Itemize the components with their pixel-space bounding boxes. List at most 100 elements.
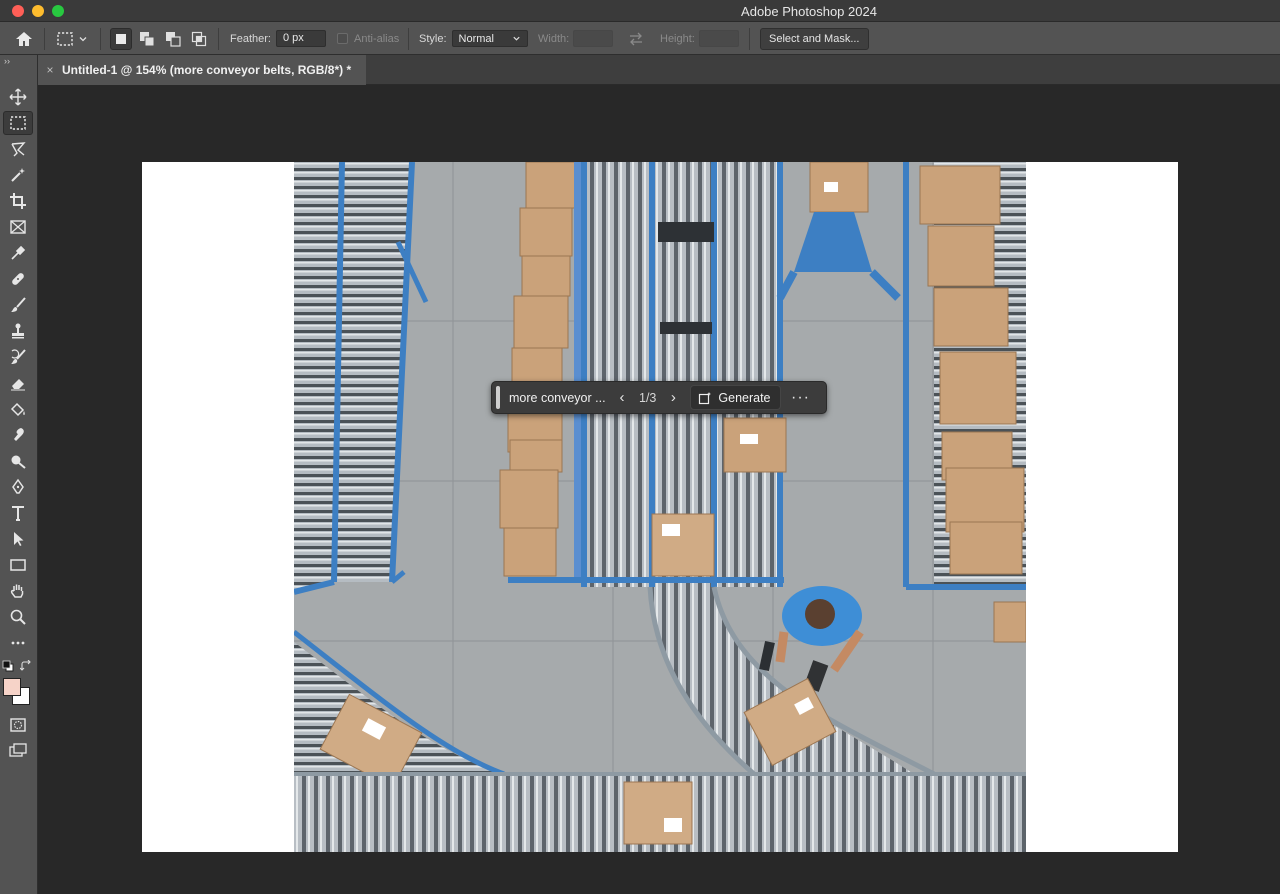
home-icon — [16, 31, 32, 46]
clone-stamp-tool-icon — [12, 323, 24, 339]
paint-bucket-tool[interactable] — [3, 397, 33, 421]
feather-label: Feather: — [230, 32, 271, 45]
collapse-panel-icon[interactable]: ›› — [4, 56, 10, 66]
style-select[interactable]: Normal — [451, 30, 528, 47]
intersect-selection-button[interactable] — [188, 28, 210, 50]
style-value: Normal — [458, 32, 494, 45]
zoom-tool-icon — [10, 609, 26, 625]
subtract-selection-icon — [166, 31, 181, 47]
zoom-tool[interactable] — [3, 605, 33, 629]
magic-wand-tool-icon — [11, 168, 25, 182]
magic-wand-tool[interactable] — [3, 163, 33, 187]
new-selection-button[interactable] — [110, 27, 132, 50]
width-label: Width: — [538, 32, 570, 45]
clone-stamp-tool[interactable] — [3, 319, 33, 343]
height-input[interactable] — [698, 30, 739, 47]
swap-colors-button[interactable] — [19, 659, 32, 677]
drag-handle[interactable] — [496, 386, 500, 409]
crop-tool-icon — [10, 193, 26, 209]
default-colors-icon — [2, 660, 14, 672]
new-selection-icon — [116, 33, 126, 44]
height-label: Height: — [660, 32, 695, 45]
generate-button[interactable]: Generate — [690, 385, 781, 410]
path-selection-tool-icon — [14, 532, 24, 546]
rectangle-tool-icon — [10, 559, 26, 571]
swap-dimensions-button[interactable] — [628, 22, 644, 55]
path-selection-tool[interactable] — [3, 527, 33, 551]
rectangle-tool[interactable] — [3, 553, 33, 577]
app-title: Adobe Photoshop 2024 — [741, 4, 877, 19]
options-bar: Feather: 0 px Anti-alias Style: Normal W… — [0, 22, 1280, 55]
antialias-checkbox[interactable] — [337, 33, 348, 44]
more-tools-icon — [11, 641, 25, 645]
contextual-task-bar: more conveyor ... ‹ 1/3 › Generate ··· — [491, 381, 827, 414]
rectangular-marquee-tool-icon — [10, 116, 26, 130]
brush-tool[interactable] — [3, 293, 33, 317]
pen-tool[interactable] — [3, 475, 33, 499]
more-options-icon[interactable]: ··· — [788, 389, 814, 407]
variation-counter: 1/3 — [639, 390, 657, 405]
dodge-tool[interactable] — [3, 449, 33, 473]
document-tab-title: Untitled-1 @ 154% (more conveyor belts, … — [62, 63, 352, 77]
select-and-mask-button[interactable]: Select and Mask... — [760, 27, 869, 50]
swap-colors-icon — [19, 659, 31, 671]
close-tab-icon[interactable]: × — [38, 63, 62, 77]
style-label: Style: — [419, 32, 447, 45]
add-to-selection-button[interactable] — [136, 28, 158, 50]
add-selection-icon — [140, 31, 155, 46]
history-brush-tool-icon — [11, 349, 26, 364]
rectangular-marquee-tool[interactable] — [3, 111, 33, 135]
lasso-tool[interactable] — [3, 137, 33, 161]
document-tab[interactable]: × Untitled-1 @ 154% (more conveyor belts… — [38, 55, 366, 85]
intersect-selection-icon — [191, 31, 207, 46]
default-colors-button[interactable] — [2, 659, 14, 677]
feather-input[interactable]: 0 px — [275, 30, 326, 47]
brush-tool-icon — [11, 297, 26, 312]
quick-mask-button[interactable] — [3, 713, 33, 737]
antialias-label: Anti-alias — [354, 32, 400, 45]
hand-tool[interactable] — [3, 579, 33, 603]
document-tab-bar: × Untitled-1 @ 154% (more conveyor belts… — [38, 55, 1280, 85]
type-tool[interactable] — [3, 501, 33, 525]
chevron-down-icon — [512, 36, 520, 41]
frame-tool[interactable] — [3, 215, 33, 239]
generate-label: Generate — [718, 390, 771, 405]
frame-tool-icon — [10, 220, 26, 234]
swap-arrows-icon — [630, 32, 642, 45]
tools-panel: ›› — [0, 55, 38, 894]
smudge-tool-icon — [14, 428, 24, 441]
eraser-tool-icon — [11, 379, 25, 391]
dodge-tool-icon — [11, 455, 26, 469]
crop-tool[interactable] — [3, 189, 33, 213]
chevron-down-icon — [79, 36, 87, 41]
window-titlebar: Adobe Photoshop 2024 — [0, 0, 1280, 22]
generative-prompt-text[interactable]: more conveyor ... — [509, 391, 613, 405]
subtract-from-selection-button[interactable] — [162, 28, 184, 50]
home-button[interactable] — [14, 22, 34, 55]
warehouse-photo-image — [294, 162, 1026, 852]
move-tool[interactable] — [3, 85, 33, 109]
history-brush-tool[interactable] — [3, 345, 33, 369]
width-input[interactable] — [573, 30, 614, 47]
tool-preset-picker[interactable] — [56, 22, 88, 55]
more-tools[interactable] — [3, 631, 33, 655]
smudge-tool[interactable] — [3, 423, 33, 447]
quick-mask-icon — [10, 718, 26, 732]
screen-mode-button[interactable] — [3, 739, 33, 763]
generate-icon — [699, 391, 712, 404]
healing-brush-tool[interactable] — [3, 267, 33, 291]
paint-bucket-tool-icon — [10, 402, 25, 417]
next-variation-button[interactable]: › — [664, 389, 682, 406]
move-tool-icon — [9, 88, 27, 106]
previous-variation-button[interactable]: ‹ — [613, 389, 631, 406]
lasso-tool-icon — [11, 142, 26, 157]
pen-tool-icon — [12, 478, 24, 494]
marquee-preset-icon — [57, 31, 73, 46]
eyedropper-tool[interactable] — [3, 241, 33, 265]
canvas-photo-conveyor-warehouse[interactable] — [294, 162, 1026, 852]
eraser-tool[interactable] — [3, 371, 33, 395]
type-tool-icon — [12, 506, 24, 521]
foreground-color-swatch[interactable] — [3, 678, 21, 696]
healing-brush-tool-icon — [12, 273, 24, 285]
hand-tool-icon — [10, 584, 24, 598]
